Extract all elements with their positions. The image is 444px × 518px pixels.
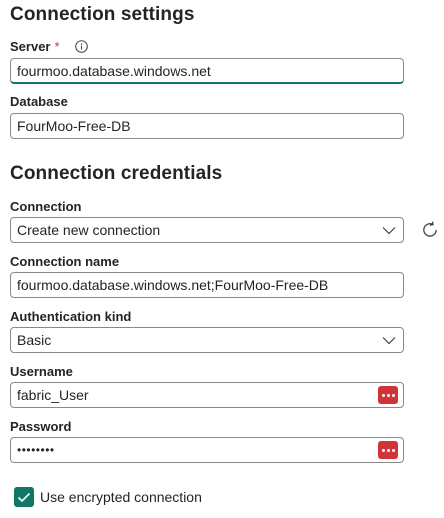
encrypted-connection-option[interactable]: Use encrypted connection [14, 487, 202, 507]
password-input-value: •••••••• [17, 443, 55, 457]
connection-dropdown-value: Create new connection [17, 222, 161, 238]
required-indicator: * [54, 39, 60, 54]
password-label-text: Password [10, 419, 72, 434]
username-input[interactable]: fabric_User [10, 382, 404, 408]
more-icon[interactable] [378, 386, 398, 404]
server-input-value: fourmoo.database.windows.net [17, 62, 211, 79]
username-label-text: Username [10, 364, 73, 379]
refresh-icon[interactable] [419, 219, 441, 241]
connection-label: Connection [10, 199, 82, 214]
server-label-text: Server [10, 39, 51, 54]
encrypted-connection-checkbox[interactable] [14, 487, 34, 507]
connection-label-text: Connection [10, 199, 82, 214]
connection-settings-title: Connection settings [10, 4, 195, 25]
connection-dropdown[interactable]: Create new connection [10, 217, 404, 243]
authentication-kind-dropdown-value: Basic [17, 332, 52, 348]
connection-form: Connection settings Server * fourmoo.dat… [0, 0, 444, 518]
database-label-text: Database [10, 94, 68, 109]
database-input-value: FourMoo-Free-DB [17, 118, 131, 134]
database-input[interactable]: FourMoo-Free-DB [10, 113, 404, 139]
database-label: Database [10, 94, 68, 109]
encrypted-connection-label: Use encrypted connection [40, 489, 202, 505]
connection-name-input[interactable]: fourmoo.database.windows.net;FourMoo-Fre… [10, 272, 404, 298]
info-icon[interactable] [75, 40, 89, 54]
server-label: Server * [10, 39, 89, 54]
password-input[interactable]: •••••••• [10, 437, 404, 463]
server-input[interactable]: fourmoo.database.windows.net [10, 58, 404, 84]
username-input-value: fabric_User [17, 387, 89, 403]
chevron-down-icon [381, 332, 397, 348]
checkmark-icon [17, 492, 31, 502]
authentication-kind-label: Authentication kind [10, 309, 131, 324]
connection-name-label-text: Connection name [10, 254, 120, 269]
authentication-kind-dropdown[interactable]: Basic [10, 327, 404, 353]
connection-credentials-title: Connection credentials [10, 163, 223, 184]
chevron-down-icon [381, 222, 397, 238]
connection-name-input-value: fourmoo.database.windows.net;FourMoo-Fre… [17, 277, 329, 293]
authentication-kind-label-text: Authentication kind [10, 309, 132, 324]
more-icon[interactable] [378, 441, 398, 459]
connection-name-label: Connection name [10, 254, 119, 269]
username-label: Username [10, 364, 73, 379]
password-label: Password [10, 419, 71, 434]
